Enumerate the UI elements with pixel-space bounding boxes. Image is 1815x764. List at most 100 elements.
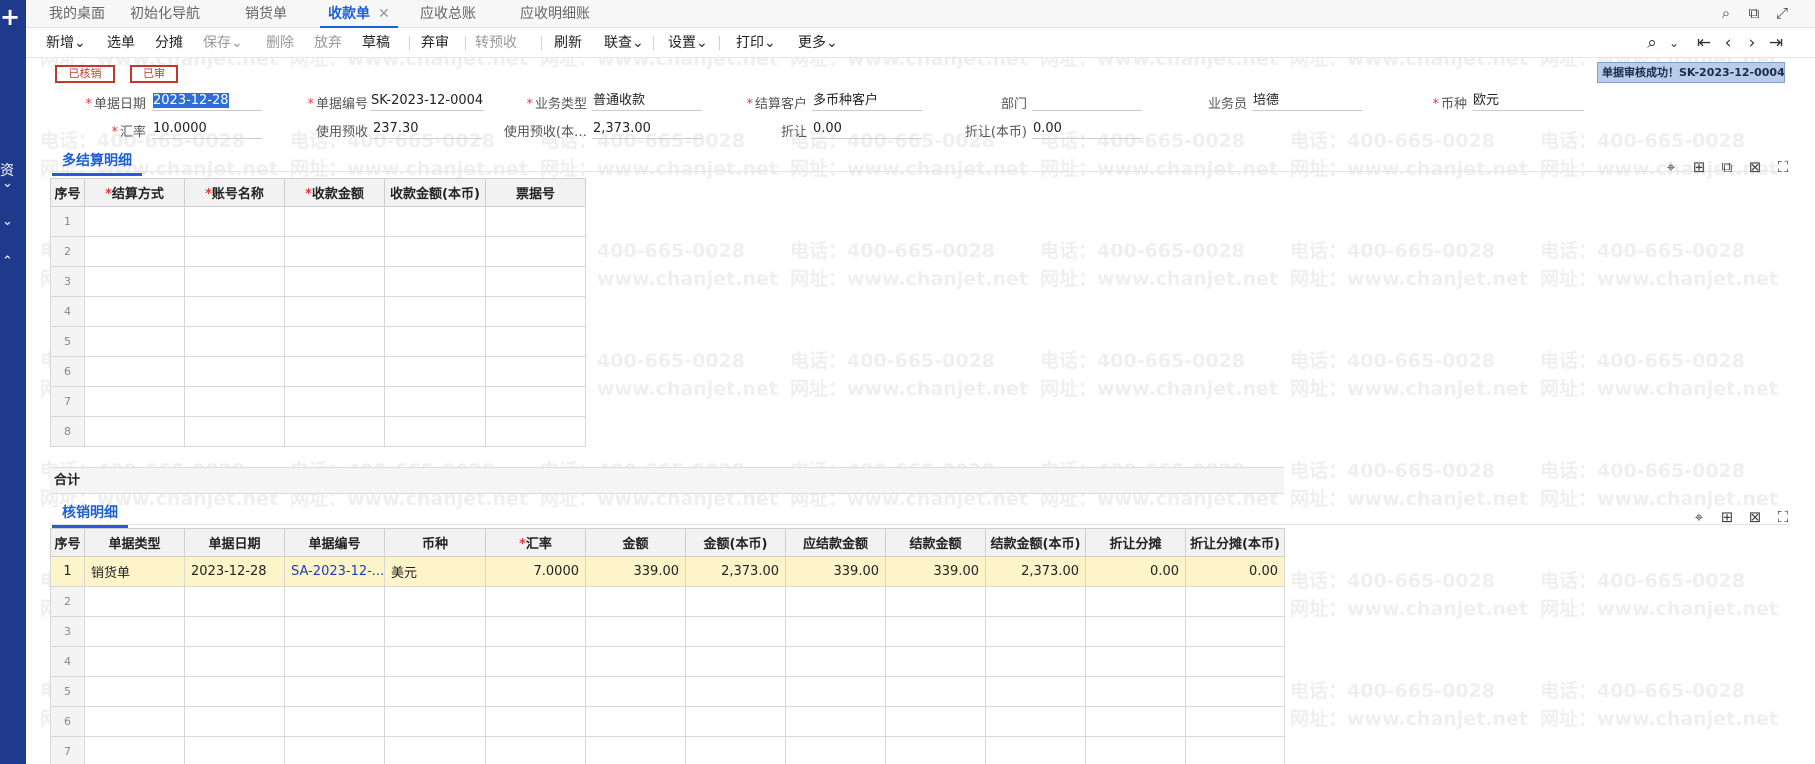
- add-icon[interactable]: +: [0, 2, 20, 32]
- grid-cell[interactable]: [485, 736, 586, 764]
- grid-cell[interactable]: [785, 736, 886, 764]
- grid-cell[interactable]: [885, 616, 986, 647]
- grid-cell[interactable]: [184, 676, 285, 707]
- discount-local-field[interactable]: 0.00: [1032, 119, 1142, 139]
- grid-cell[interactable]: [184, 416, 285, 447]
- grid-cell[interactable]: [384, 676, 486, 707]
- grid-cell[interactable]: [1085, 676, 1186, 707]
- grid-cell[interactable]: [284, 386, 385, 417]
- table-row[interactable]: 4: [50, 296, 586, 327]
- print-button[interactable]: 打印⌄: [710, 28, 776, 58]
- chevron-down-icon[interactable]: ⌄: [1663, 32, 1685, 54]
- grid-cell[interactable]: [485, 296, 586, 327]
- grid-cell[interactable]: [1185, 736, 1285, 764]
- grid-cell[interactable]: [284, 586, 385, 617]
- col-header[interactable]: 金额(本币): [685, 528, 786, 557]
- grid-cell[interactable]: [384, 616, 486, 647]
- rate-field[interactable]: 10.0000: [152, 119, 262, 139]
- grid-cell[interactable]: [685, 646, 786, 677]
- grid-cell[interactable]: [1085, 586, 1186, 617]
- table-row[interactable]: 3: [50, 266, 586, 297]
- grid-cell[interactable]: [284, 356, 385, 387]
- grid-cell[interactable]: [384, 416, 486, 447]
- chevron-down-icon[interactable]: ⌄: [2, 214, 13, 229]
- grid-cell[interactable]: [84, 586, 185, 617]
- close-icon[interactable]: ✕: [378, 6, 390, 22]
- grid-cell[interactable]: [885, 586, 986, 617]
- col-header[interactable]: 收款金额(本币): [384, 178, 486, 207]
- grid-cell[interactable]: [985, 616, 1086, 647]
- grid-cell[interactable]: [84, 386, 185, 417]
- grid-cell[interactable]: [785, 646, 886, 677]
- cell-amount-local[interactable]: 2,373.00: [685, 556, 786, 587]
- last-record-icon[interactable]: ⇥: [1765, 32, 1787, 54]
- cell-doc-type[interactable]: 销货单: [84, 556, 185, 587]
- grid-cell[interactable]: [84, 266, 185, 297]
- tab-ar-detail[interactable]: 应收明细账: [520, 0, 590, 28]
- grid-cell[interactable]: [184, 206, 285, 237]
- grid-cell[interactable]: [985, 736, 1086, 764]
- location-icon[interactable]: ⌖: [1689, 507, 1709, 527]
- col-header[interactable]: *账号名称: [184, 178, 285, 207]
- first-record-icon[interactable]: ⇤: [1693, 32, 1715, 54]
- col-header[interactable]: 票据号: [485, 178, 586, 207]
- grid-cell[interactable]: [384, 356, 486, 387]
- abandon-button[interactable]: 放弃: [314, 28, 342, 58]
- grid-cell[interactable]: [184, 356, 285, 387]
- grid-cell[interactable]: [384, 296, 486, 327]
- dept-field[interactable]: [1032, 91, 1142, 111]
- draft-button[interactable]: 草稿: [362, 28, 390, 58]
- cell-doc-no[interactable]: SA-2023-12-...: [284, 556, 385, 587]
- table-row[interactable]: 2: [50, 586, 1285, 617]
- grid-cell[interactable]: [384, 706, 486, 737]
- col-header[interactable]: 单据类型: [84, 528, 185, 557]
- table-row[interactable]: 2: [50, 236, 586, 267]
- cell-settled-local[interactable]: 2,373.00: [985, 556, 1086, 587]
- col-header[interactable]: 序号: [50, 528, 85, 557]
- tab-desktop[interactable]: 我的桌面: [49, 0, 105, 28]
- cell-settled[interactable]: 339.00: [885, 556, 986, 587]
- grid-cell[interactable]: [785, 676, 886, 707]
- col-header[interactable]: *收款金额: [284, 178, 385, 207]
- lookup-button[interactable]: 联查⌄: [578, 28, 644, 58]
- grid-cell[interactable]: [585, 616, 686, 647]
- biz-type-field[interactable]: 普通收款: [592, 91, 702, 111]
- col-header[interactable]: 折让分摊: [1085, 528, 1186, 557]
- writeoff-section-title[interactable]: 核销明细: [52, 502, 128, 528]
- grid-cell[interactable]: [84, 326, 185, 357]
- cell-currency[interactable]: 美元: [384, 556, 486, 587]
- save-button[interactable]: 保存⌄: [203, 28, 243, 58]
- grid-cell[interactable]: [485, 416, 586, 447]
- more-button[interactable]: 更多⌄: [772, 28, 838, 58]
- cell-due[interactable]: 339.00: [785, 556, 886, 587]
- grid-cell[interactable]: [585, 586, 686, 617]
- grid-cell[interactable]: [685, 616, 786, 647]
- tab-receipt[interactable]: 收款单 ✕: [320, 0, 398, 28]
- grid-cell[interactable]: [885, 706, 986, 737]
- col-header[interactable]: 折让分摊(本币): [1185, 528, 1285, 557]
- tab-ar-ledger[interactable]: 应收总账: [420, 0, 476, 28]
- grid-cell[interactable]: [84, 296, 185, 327]
- grid-cell[interactable]: [84, 206, 185, 237]
- delete-row-icon[interactable]: ⊠: [1745, 507, 1765, 527]
- grid-cell[interactable]: [284, 416, 385, 447]
- grid-cell[interactable]: [84, 646, 185, 677]
- grid-cell[interactable]: [1185, 586, 1285, 617]
- delete-row-icon[interactable]: ⊠: [1745, 157, 1765, 177]
- grid-cell[interactable]: [885, 736, 986, 764]
- date-field[interactable]: 2023-12-28: [152, 91, 262, 111]
- grid-cell[interactable]: [184, 706, 285, 737]
- grid-cell[interactable]: [384, 266, 486, 297]
- fullscreen-icon[interactable]: ⛶: [1773, 157, 1793, 177]
- currency-field[interactable]: 欧元: [1472, 91, 1584, 111]
- table-row[interactable]: 4: [50, 646, 1285, 677]
- table-row[interactable]: 3: [50, 616, 1285, 647]
- col-header[interactable]: 单据日期: [184, 528, 285, 557]
- col-header[interactable]: 金额: [585, 528, 686, 557]
- grid-cell[interactable]: [785, 616, 886, 647]
- grid-cell[interactable]: [485, 386, 586, 417]
- prepay-field[interactable]: 237.30: [372, 119, 482, 139]
- grid-cell[interactable]: [84, 676, 185, 707]
- unaudit-button[interactable]: 弃审: [421, 28, 449, 58]
- table-row[interactable]: 1: [50, 206, 586, 237]
